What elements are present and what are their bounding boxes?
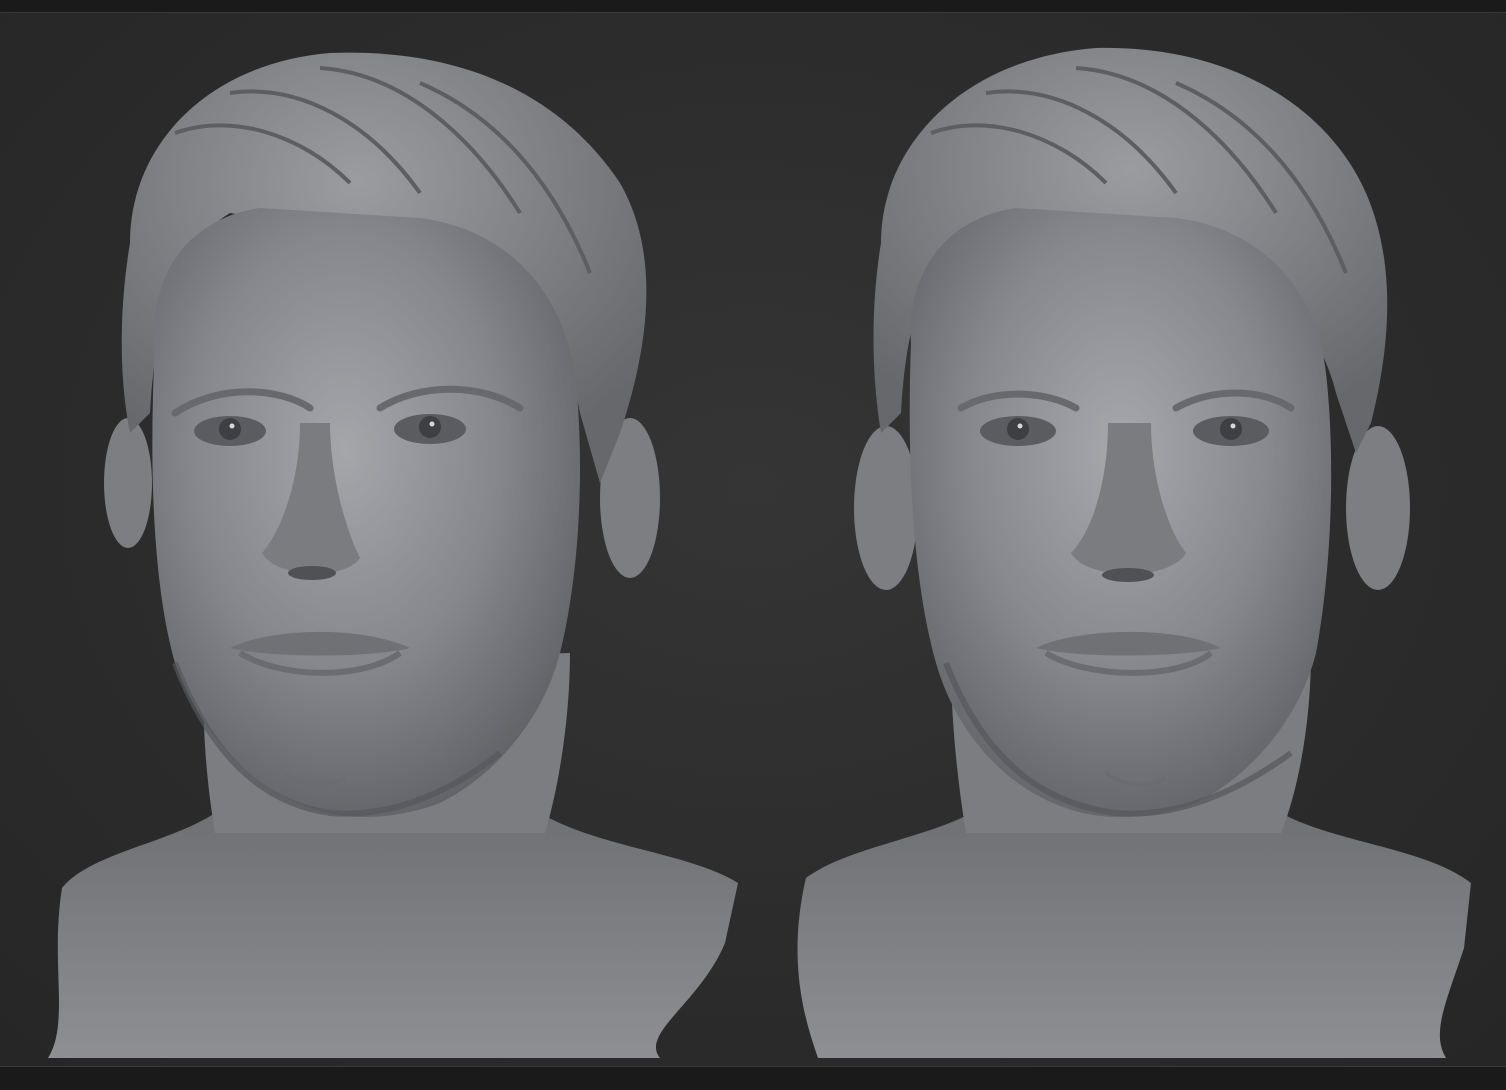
bust-shoulders-shape — [48, 813, 738, 1058]
bottom-status-strip — [0, 1066, 1506, 1090]
bust-render-left — [0, 13, 760, 1066]
bust-render-right — [746, 13, 1506, 1066]
viewport-canvas[interactable] — [0, 13, 1506, 1066]
sculpt-app-window — [0, 0, 1506, 1090]
ear-left-shape — [104, 418, 152, 548]
top-toolbar-strip — [0, 0, 1506, 13]
ear-left-shape — [854, 426, 918, 590]
face-shape — [152, 208, 580, 818]
bust-shoulders-shape — [797, 813, 1471, 1058]
